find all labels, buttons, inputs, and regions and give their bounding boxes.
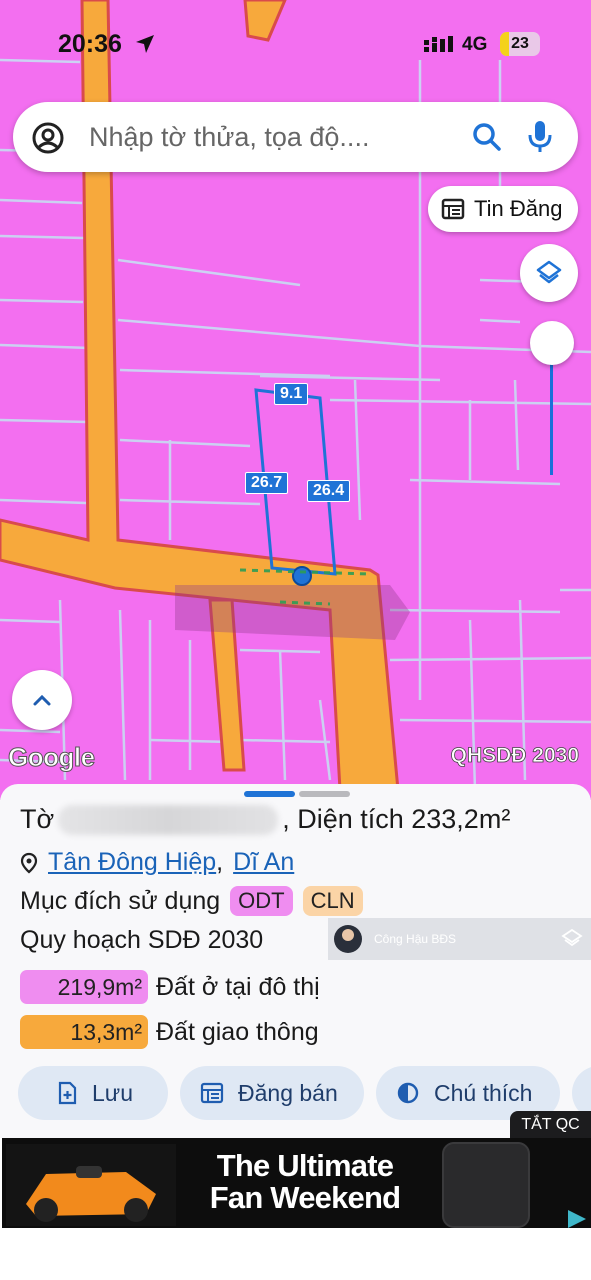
area-value-traffic: 13,3m² [20, 1015, 148, 1049]
land-use-badge-cln[interactable]: CLN [302, 886, 363, 916]
map-layer-label: QHSDĐ 2030 [450, 744, 579, 768]
area-label-residential: Đất ở tại đô thị [156, 972, 320, 1001]
ad-headline-line1: The Ultimate [216, 1148, 394, 1183]
listing-icon [200, 1082, 224, 1104]
plan-label: Quy hoạch SDĐ 2030 [20, 926, 264, 954]
chat-name: Công Hậu BĐS [374, 932, 457, 946]
ad-choices-icon[interactable] [566, 1208, 588, 1230]
map-view[interactable]: 9.1 26.7 26.4 20:36 4G 23 Nhập tờ thửa, … [0, 0, 591, 800]
title-prefix: Tờ [20, 804, 55, 834]
ad-headline-line2: Fan Weekend [209, 1180, 401, 1215]
search-icon[interactable] [471, 121, 503, 153]
expand-panel-button[interactable] [12, 670, 72, 730]
cellular-signal-icon [424, 36, 453, 52]
action-buttons: Lưu Đăng bán Chú thích [18, 1066, 591, 1120]
area-row-traffic: 13,3m² Đất giao thông [20, 1015, 319, 1049]
opacity-slider-thumb[interactable] [530, 321, 574, 365]
status-time: 20:36 [58, 30, 122, 58]
legend-icon [397, 1082, 419, 1104]
google-logo: Google [8, 742, 96, 773]
area-row-residential: 219,9m² Đất ở tại đô thị [20, 970, 320, 1004]
location-separator: , [216, 848, 224, 876]
listings-label: Tin Đăng [474, 196, 563, 221]
account-icon[interactable] [31, 121, 65, 155]
dimension-label-left: 26.7 [245, 472, 289, 494]
ad-headline: The Ultimate Fan Weekend [190, 1150, 420, 1214]
redacted-parcel-number [58, 804, 279, 835]
close-ad-button[interactable]: TẮT QC [510, 1111, 591, 1138]
chat-overlay[interactable]: Công Hậu BĐS [328, 918, 591, 960]
land-use-row: Mục đích sử dụng ODT CLN [20, 886, 363, 916]
post-listing-label: Đăng bán [238, 1079, 338, 1106]
microphone-icon[interactable] [527, 119, 553, 155]
search-input[interactable] [89, 116, 449, 158]
layers-icon [536, 260, 562, 284]
title-area: , Diện tích 233,2m² [282, 804, 511, 834]
ward-link[interactable]: Tân Đông Hiệp [48, 848, 216, 877]
layers-button[interactable] [520, 244, 578, 302]
location-pin-icon [20, 852, 38, 873]
stack-icon [561, 928, 583, 947]
drag-handle[interactable] [244, 791, 350, 797]
parcel-info-panel: Tờ , Diện tích 233,2m² Tân Đông Hiệp , D… [0, 784, 591, 1138]
location-arrow-icon [136, 35, 154, 53]
dimension-label-right: 26.4 [307, 480, 351, 502]
land-use-label: Mục đích sử dụng [20, 886, 221, 915]
parcel-title: Tờ , Diện tích 233,2m² [20, 804, 510, 835]
ad-banner[interactable]: The Ultimate Fan Weekend [2, 1138, 591, 1228]
location-row: Tân Đông Hiệp , Dĩ An [20, 848, 294, 877]
land-use-badge-odt[interactable]: ODT [230, 886, 293, 916]
network-type: 4G [462, 34, 488, 55]
search-bar[interactable] [13, 102, 578, 172]
avatar [334, 925, 362, 953]
save-label: Lưu [92, 1079, 133, 1106]
area-label-traffic: Đất giao thông [156, 1017, 319, 1046]
battery-indicator: 23 [500, 32, 540, 56]
legend-label: Chú thích [434, 1079, 533, 1106]
dimension-label-top: 9.1 [274, 383, 309, 405]
listings-button[interactable]: Tin Đăng [428, 186, 578, 232]
status-bar: 20:36 4G 23 [0, 0, 591, 90]
save-icon [58, 1081, 77, 1105]
post-listing-button[interactable]: Đăng bán [180, 1066, 364, 1120]
listings-icon [441, 198, 465, 220]
chevron-up-icon [33, 694, 51, 706]
race-car-image [6, 1144, 176, 1226]
save-button[interactable]: Lưu [18, 1066, 168, 1120]
battery-percent: 23 [511, 35, 529, 52]
area-value-residential: 219,9m² [20, 970, 148, 1004]
phone-image [442, 1142, 530, 1228]
city-link[interactable]: Dĩ An [233, 848, 294, 877]
